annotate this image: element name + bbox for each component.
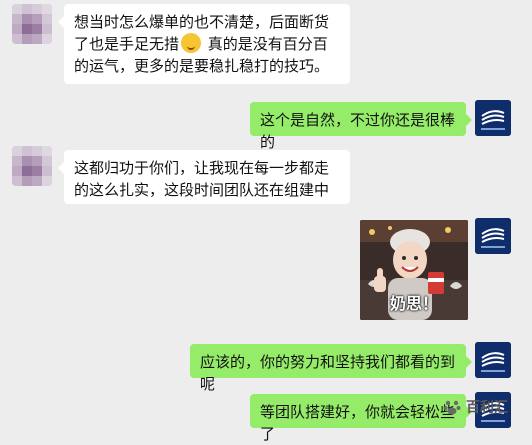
wechat-paw-icon [443, 400, 461, 415]
contact-avatar[interactable] [12, 146, 52, 186]
brand-logo-icon [475, 100, 511, 136]
brand-logo-icon [475, 218, 511, 254]
message-bubble-outgoing[interactable]: 这个是自然，不过你还是很棒的 [250, 102, 472, 151]
my-avatar[interactable] [475, 218, 511, 254]
message-bubble-incoming[interactable]: 这都归功于你们，让我现在每一步都走的这么扎实，这段时间团队还在组建中 [58, 150, 350, 204]
message-text: 应该的，你的努力和坚持我们都看的到呢 [200, 353, 456, 393]
laughing-emoji-icon [181, 33, 202, 53]
message-bubble-outgoing[interactable]: 应该的，你的努力和坚持我们都看的到呢 [190, 344, 472, 393]
my-avatar[interactable] [475, 342, 511, 378]
my-avatar[interactable] [475, 100, 511, 136]
contact-avatar[interactable] [12, 4, 52, 44]
sticker-image[interactable]: 奶思！ [360, 220, 468, 320]
brand-logo-icon [475, 342, 511, 378]
message-text: 这都归功于你们，让我现在每一步都走的这么扎实，这段时间团队还在组建中 [74, 159, 330, 199]
account-watermark: 百利汇 [442, 393, 508, 421]
message-text: 这个是自然，不过你还是很棒的 [260, 111, 456, 151]
message-bubble-outgoing[interactable]: 等团队搭建好，你就会轻松些了 [250, 394, 472, 443]
sticker-caption: 奶思！ [389, 294, 438, 313]
watermark-label: 百利汇 [466, 400, 508, 416]
message-text: 等团队搭建好，你就会轻松些了 [260, 403, 456, 443]
message-bubble-incoming[interactable]: 想当时怎么爆单的也不清楚，后面断货了也是手足无措 真的是没有百分百的运气，更多的… [58, 4, 350, 84]
